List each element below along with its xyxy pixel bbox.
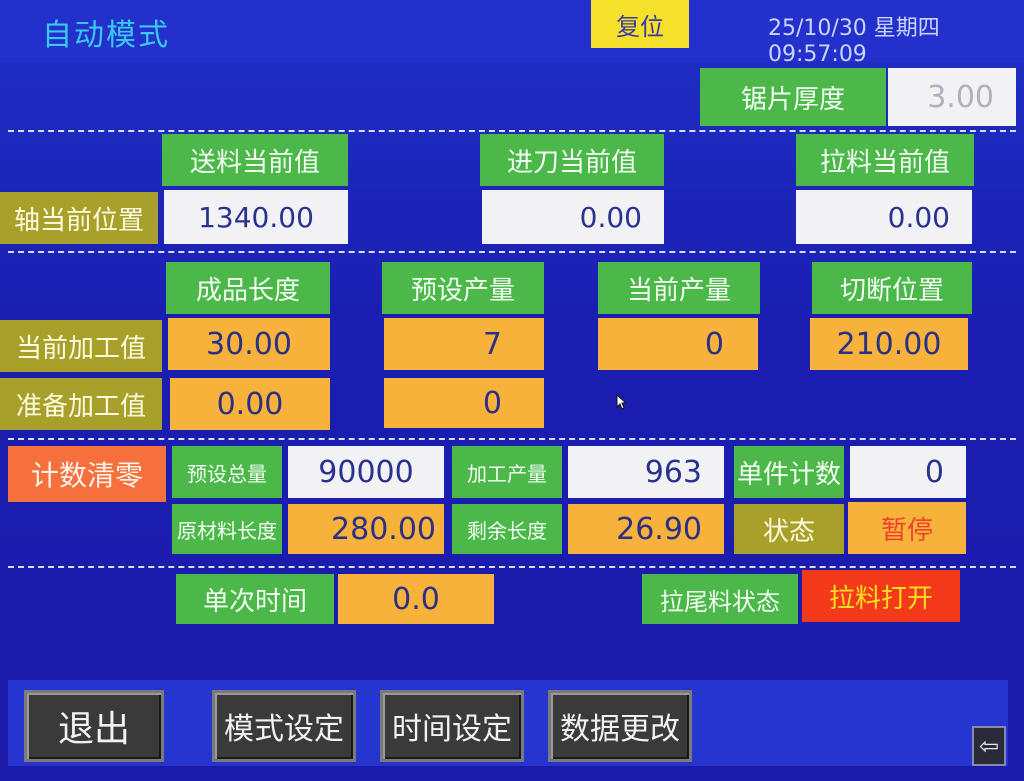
knife-current-value[interactable]: 0.00 [482,190,664,244]
tail-material-state-value: 拉料打开 [802,570,960,622]
data-change-button[interactable]: 数据更改 [548,690,692,762]
remaining-length-label: 剩余长度 [452,504,562,554]
tail-material-state-label: 拉尾料状态 [642,574,798,624]
pull-current-label: 拉料当前值 [796,134,974,186]
col-product-length: 成品长度 [166,262,330,314]
hmi-screen: 自动模式 复位 25/10/30 星期四 09:57:09 锯片厚度 3.00 … [0,0,1024,781]
col-current-quantity: 当前产量 [598,262,760,314]
feed-current-value[interactable]: 1340.00 [164,190,348,244]
unit-count-value[interactable]: 0 [850,446,966,498]
mouse-cursor-icon [616,394,628,410]
current-preset-value[interactable]: 7 [384,318,544,370]
prepare-preset-value[interactable]: 0 [384,378,544,428]
divider [8,438,1016,440]
unit-count-label: 单件计数 [734,446,844,498]
prepare-process-label: 准备加工值 [0,378,162,430]
knife-current-label: 进刀当前值 [480,134,664,186]
processed-quantity-value[interactable]: 963 [568,446,724,498]
mode-setting-button[interactable]: 模式设定 [212,690,356,762]
datetime-display: 25/10/30 星期四 09:57:09 [768,16,940,67]
reset-button[interactable]: 复位 [591,0,689,48]
axis-position-label: 轴当前位置 [0,192,158,244]
current-process-label: 当前加工值 [0,320,162,372]
col-preset-quantity: 预设产量 [382,262,544,314]
raw-material-length-value[interactable]: 280.00 [288,504,444,554]
single-time-label: 单次时间 [176,574,334,624]
remaining-length-value[interactable]: 26.90 [568,504,724,554]
processed-quantity-label: 加工产量 [452,446,562,498]
clear-count-button[interactable]: 计数清零 [8,446,166,502]
raw-material-length-label: 原材料长度 [172,504,282,554]
status-label: 状态 [734,504,844,554]
time-setting-button[interactable]: 时间设定 [380,690,524,762]
divider [8,566,1016,568]
blade-thickness-label: 锯片厚度 [700,68,886,126]
preset-total-label: 预设总量 [172,446,282,498]
prepare-length-value[interactable]: 0.00 [170,378,330,430]
current-cut-position-value[interactable]: 210.00 [810,318,968,370]
page-title: 自动模式 [42,18,170,53]
current-quantity-value[interactable]: 0 [598,318,758,370]
pull-current-value[interactable]: 0.00 [796,190,972,244]
status-value: 暂停 [848,502,966,554]
exit-button[interactable]: 退出 [24,690,164,762]
current-length-value[interactable]: 30.00 [168,318,330,370]
preset-total-value[interactable]: 90000 [288,446,444,498]
single-time-value[interactable]: 0.0 [338,574,494,624]
feed-current-label: 送料当前值 [162,134,348,186]
blade-thickness-value[interactable]: 3.00 [888,68,1016,126]
back-arrow-icon[interactable]: ⇦ [972,726,1006,766]
divider [8,251,1016,253]
divider [8,130,1016,132]
col-cut-position: 切断位置 [812,262,972,314]
